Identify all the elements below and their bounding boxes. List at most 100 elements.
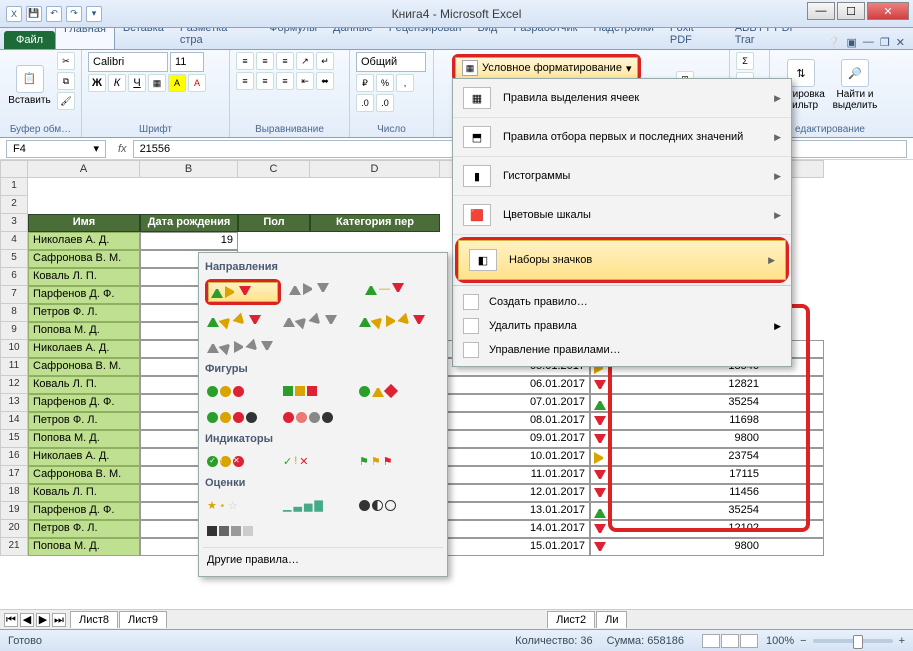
- sheet-nav-last-icon[interactable]: ⏭: [52, 613, 66, 627]
- value-cell[interactable]: 17115: [590, 466, 824, 484]
- date-value-cell[interactable]: 08.01.2017: [440, 412, 590, 430]
- fx-icon[interactable]: fx: [112, 143, 133, 155]
- help-icon[interactable]: ❔: [827, 36, 841, 49]
- save-icon[interactable]: 💾: [26, 6, 42, 22]
- comma-icon[interactable]: ,: [396, 74, 414, 92]
- date-value-cell[interactable]: 06.01.2017: [440, 376, 590, 394]
- value-cell[interactable]: 35254: [590, 394, 824, 412]
- zoom-out-icon[interactable]: −: [800, 635, 806, 647]
- format-painter-icon[interactable]: 🖌: [57, 92, 75, 110]
- iconset-red-to-black[interactable]: [281, 407, 351, 427]
- align-right-icon[interactable]: ≡: [276, 72, 294, 90]
- sheet-nav-prev-icon[interactable]: ◀: [20, 613, 34, 627]
- align-mid-icon[interactable]: ≡: [256, 52, 274, 70]
- row-header[interactable]: 9: [0, 322, 28, 340]
- maximize-button[interactable]: ☐: [837, 2, 865, 20]
- row-header[interactable]: 20: [0, 520, 28, 538]
- table-header-cell[interactable]: Категория пер: [310, 214, 440, 232]
- paste-button[interactable]: 📋 Вставить: [6, 52, 53, 118]
- iconset-4-traffic-lights[interactable]: [205, 407, 275, 427]
- date-value-cell[interactable]: 11.01.2017: [440, 466, 590, 484]
- date-value-cell[interactable]: 12.01.2017: [440, 484, 590, 502]
- other-rules-item[interactable]: Другие правила…: [203, 547, 443, 572]
- new-rule-item[interactable]: Создать правило…: [453, 290, 791, 314]
- name-cell[interactable]: Сафронова В. М.: [28, 358, 140, 376]
- value-cell[interactable]: 9800: [590, 430, 824, 448]
- row-header[interactable]: 2: [0, 196, 28, 214]
- name-cell[interactable]: Петров Ф. Л.: [28, 520, 140, 538]
- name-box[interactable]: F4▾: [6, 140, 106, 158]
- name-cell[interactable]: Коваль Л. П.: [28, 376, 140, 394]
- zoom-in-icon[interactable]: +: [899, 635, 905, 647]
- name-cell[interactable]: Попова М. Д.: [28, 538, 140, 556]
- indent-dec-icon[interactable]: ⇤: [296, 72, 314, 90]
- inc-decimal-icon[interactable]: .0: [356, 94, 374, 112]
- value-cell[interactable]: 9800: [590, 538, 824, 556]
- iconset-3-flags[interactable]: ⚑⚑⚑: [357, 451, 427, 471]
- cut-icon[interactable]: ✂: [57, 52, 75, 70]
- row-header[interactable]: 3: [0, 214, 28, 232]
- iconset-4-arrows-gray[interactable]: [281, 311, 351, 331]
- italic-icon[interactable]: К: [108, 74, 126, 92]
- date-value-cell[interactable]: 07.01.2017: [440, 394, 590, 412]
- iconset-3-arrows-colored[interactable]: [208, 282, 278, 302]
- column-header[interactable]: D: [310, 160, 440, 178]
- date-value-cell[interactable]: 14.01.2017: [440, 520, 590, 538]
- value-cell[interactable]: 12102: [590, 520, 824, 538]
- file-tab[interactable]: Файл: [4, 31, 55, 49]
- date-value-cell[interactable]: 15.01.2017: [440, 538, 590, 556]
- value-cell[interactable]: 35254: [590, 502, 824, 520]
- iconset-3-symbols[interactable]: ✓!✕: [281, 451, 351, 471]
- sheet-tab[interactable]: Лист9: [119, 611, 167, 628]
- table-header-cell[interactable]: Дата рождения: [140, 214, 238, 232]
- name-cell[interactable]: Сафронова В. М.: [28, 466, 140, 484]
- align-bot-icon[interactable]: ≡: [276, 52, 294, 70]
- minimize-ribbon-icon[interactable]: ▣: [847, 36, 857, 49]
- row-header[interactable]: 11: [0, 358, 28, 376]
- iconset-3-arrows-gray[interactable]: [287, 279, 357, 299]
- row-header[interactable]: 19: [0, 502, 28, 520]
- iconset-3-traffic-lights[interactable]: [205, 381, 275, 401]
- name-cell[interactable]: Николаев А. Д.: [28, 232, 140, 250]
- undo-icon[interactable]: ↶: [46, 6, 62, 22]
- align-top-icon[interactable]: ≡: [236, 52, 254, 70]
- iconset-5-arrows-gray[interactable]: [205, 337, 275, 357]
- align-center-icon[interactable]: ≡: [256, 72, 274, 90]
- iconset-4-arrows-colored[interactable]: [205, 311, 275, 331]
- row-header[interactable]: 21: [0, 538, 28, 556]
- sheet-tab[interactable]: Лист2: [547, 611, 595, 628]
- name-cell[interactable]: Николаев А. Д.: [28, 340, 140, 358]
- row-header[interactable]: 7: [0, 286, 28, 304]
- iconset-5-quarters[interactable]: [357, 495, 427, 515]
- find-select-button[interactable]: 🔎 Найти и выделить: [830, 52, 880, 118]
- name-cell[interactable]: Попова М. Д.: [28, 322, 140, 340]
- date-value-cell[interactable]: 10.01.2017: [440, 448, 590, 466]
- orientation-icon[interactable]: ↗: [296, 52, 314, 70]
- name-cell[interactable]: Парфенов Д. Ф.: [28, 286, 140, 304]
- table-header-cell[interactable]: Пол: [238, 214, 310, 232]
- iconset-3-signs[interactable]: [357, 381, 427, 401]
- name-cell[interactable]: Коваль Л. П.: [28, 484, 140, 502]
- border-icon[interactable]: ▦: [148, 74, 166, 92]
- select-all-corner[interactable]: [0, 160, 28, 178]
- highlight-cells-rules-item[interactable]: ▦ Правила выделения ячеек ▶: [453, 79, 791, 118]
- top-bottom-rules-item[interactable]: ⬒ Правила отбора первых и последних знач…: [453, 118, 791, 157]
- row-header[interactable]: 4: [0, 232, 28, 250]
- autosum-icon[interactable]: Σ: [736, 52, 754, 70]
- redo-icon[interactable]: ↷: [66, 6, 82, 22]
- page-layout-view-icon[interactable]: [721, 634, 739, 648]
- iconset-5-bars[interactable]: ▁▃▅▇: [281, 495, 351, 515]
- iconset-3-stars[interactable]: ★⋆☆: [205, 495, 275, 515]
- date-cell[interactable]: 19: [140, 232, 238, 250]
- row-header[interactable]: 8: [0, 304, 28, 322]
- table-header-cell[interactable]: Имя: [28, 214, 140, 232]
- column-header[interactable]: B: [140, 160, 238, 178]
- row-header[interactable]: 17: [0, 466, 28, 484]
- fill-color-icon[interactable]: A: [168, 74, 186, 92]
- close-button[interactable]: ✕: [867, 2, 909, 20]
- percent-icon[interactable]: %: [376, 74, 394, 92]
- sheet-tab[interactable]: Лист8: [70, 611, 118, 628]
- iconset-3-traffic-lights-rimmed[interactable]: [281, 381, 351, 401]
- color-scales-item[interactable]: 🟥 Цветовые шкалы ▶: [453, 196, 791, 235]
- manage-rules-item[interactable]: Управление правилами…: [453, 338, 791, 362]
